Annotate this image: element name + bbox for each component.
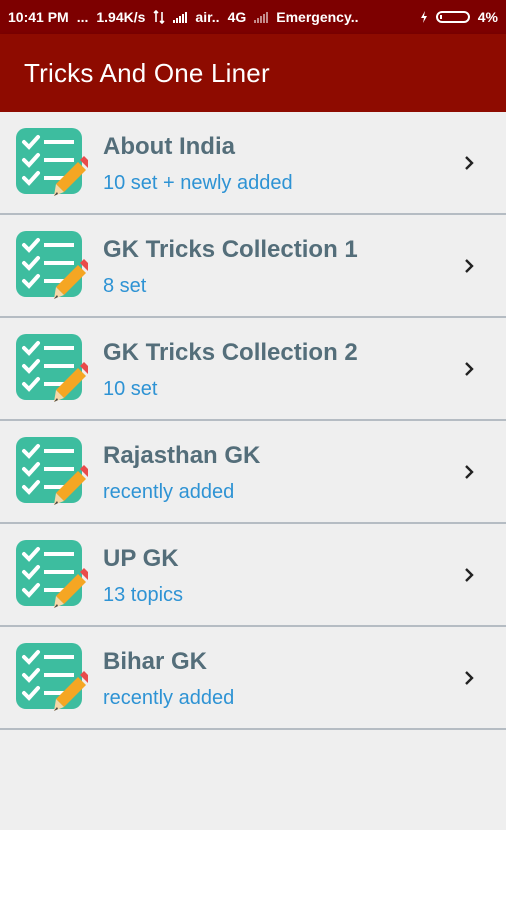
status-carrier-1: air.. bbox=[195, 9, 220, 25]
list-item-gk-tricks-1[interactable]: GK Tricks Collection 1 8 set bbox=[0, 215, 506, 318]
item-subtitle: recently added bbox=[103, 481, 235, 503]
list-item-up-gk[interactable]: UP GK 13 topics bbox=[0, 524, 506, 627]
item-subtitle: 13 topics bbox=[103, 584, 184, 606]
list-item-bihar-gk[interactable]: Bihar GK recently added bbox=[0, 627, 506, 730]
checklist-pencil-icon bbox=[16, 540, 88, 608]
list-item-gk-tricks-2[interactable]: GK Tricks Collection 2 10 set bbox=[0, 318, 506, 421]
status-dots: ... bbox=[76, 9, 89, 25]
battery-icon bbox=[435, 11, 470, 23]
checklist-pencil-icon bbox=[16, 231, 88, 299]
item-title: GK Tricks Collection 1 bbox=[103, 236, 358, 263]
status-network-speed: 1.94K/s bbox=[96, 9, 146, 25]
chevron-right-icon bbox=[465, 464, 474, 479]
app-title: Tricks And One Liner bbox=[24, 57, 270, 88]
list-item-rajasthan-gk[interactable]: Rajasthan GK recently added bbox=[0, 421, 506, 524]
item-title: About India bbox=[103, 133, 235, 160]
signal-icon bbox=[173, 11, 188, 23]
status-carrier-2: Emergency.. bbox=[276, 9, 359, 25]
topic-list: About India 10 set + newly added GK Tric… bbox=[0, 112, 506, 830]
app-bar: Tricks And One Liner bbox=[0, 34, 506, 112]
data-transfer-icon bbox=[153, 10, 165, 24]
item-title: Bihar GK bbox=[103, 648, 208, 675]
item-subtitle: 10 set bbox=[103, 378, 158, 400]
chevron-right-icon bbox=[465, 155, 474, 170]
item-title: Rajasthan GK bbox=[103, 442, 261, 469]
charging-icon bbox=[420, 11, 427, 23]
item-subtitle: 10 set + newly added bbox=[103, 172, 293, 194]
chevron-right-icon bbox=[465, 670, 474, 685]
item-title: GK Tricks Collection 2 bbox=[103, 339, 358, 366]
item-subtitle: 8 set bbox=[103, 275, 147, 297]
checklist-pencil-icon bbox=[16, 334, 88, 402]
chevron-right-icon bbox=[465, 567, 474, 582]
status-bar: 10:41 PM ... 1.94K/s air.. 4G Emergency.… bbox=[0, 0, 506, 34]
status-battery-percent: 4% bbox=[477, 9, 498, 25]
chevron-right-icon bbox=[465, 361, 474, 376]
list-item-about-india[interactable]: About India 10 set + newly added bbox=[0, 112, 506, 215]
item-title: UP GK bbox=[103, 545, 179, 572]
status-network-type: 4G bbox=[227, 9, 247, 25]
item-subtitle: recently added bbox=[103, 687, 235, 709]
checklist-pencil-icon bbox=[16, 643, 88, 711]
chevron-right-icon bbox=[465, 258, 474, 273]
signal-weak-icon bbox=[254, 11, 269, 23]
checklist-pencil-icon bbox=[16, 437, 88, 505]
status-time: 10:41 PM bbox=[8, 9, 69, 25]
checklist-pencil-icon bbox=[16, 128, 88, 196]
